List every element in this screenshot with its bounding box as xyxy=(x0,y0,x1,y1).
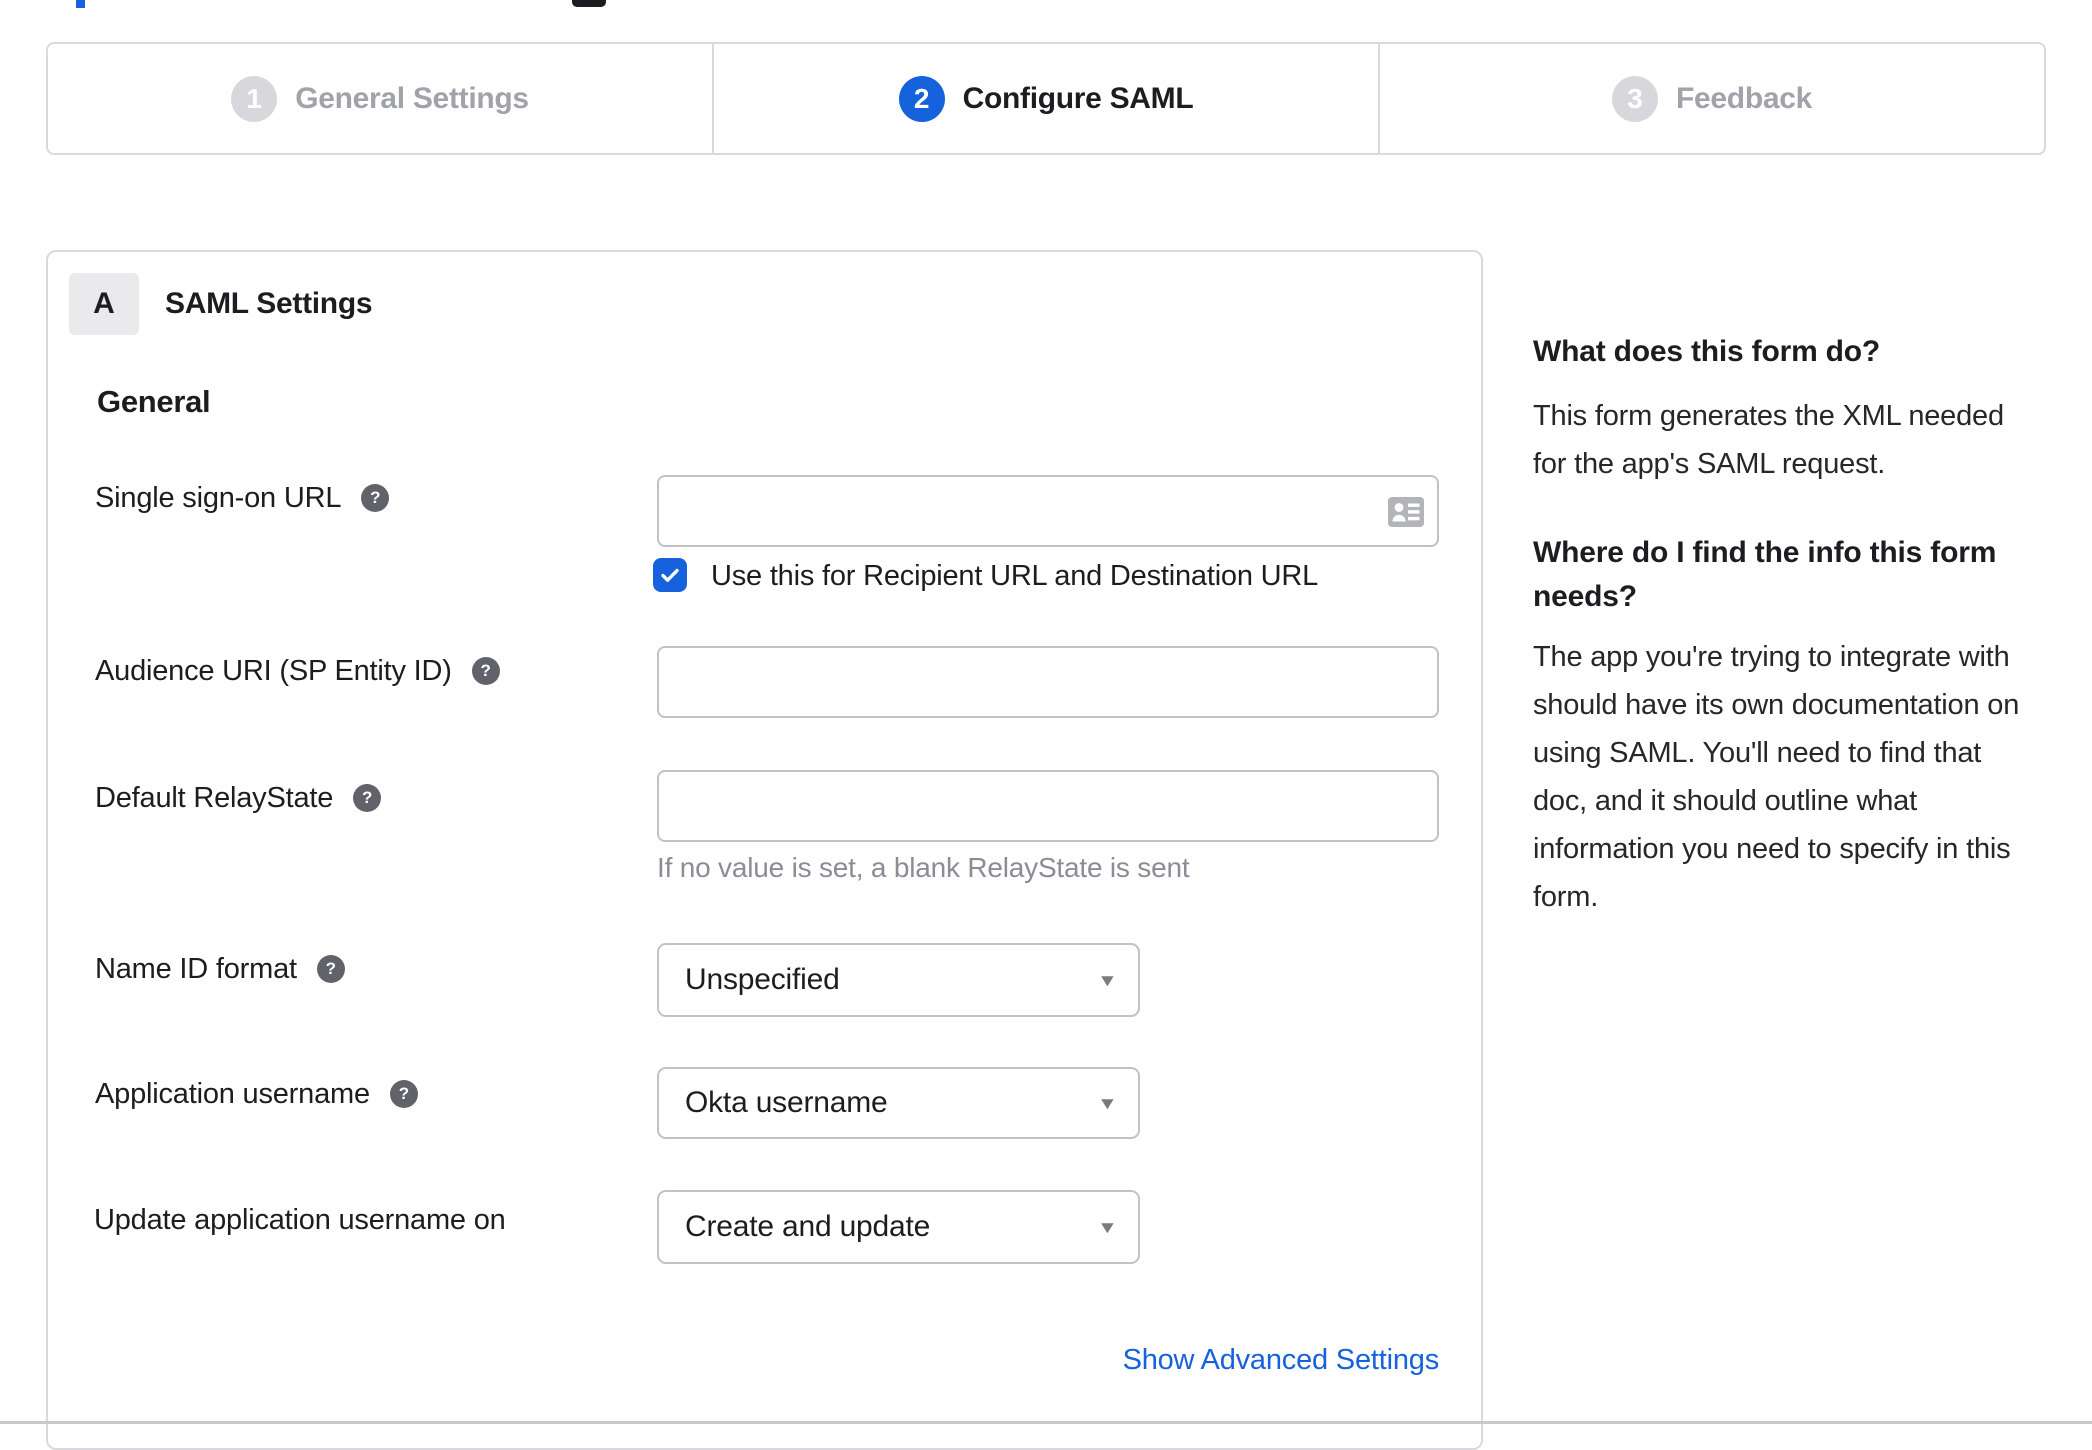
audience-uri-label-row: Audience URI (SP Entity ID) ? xyxy=(95,653,500,689)
step-3-label: Feedback xyxy=(1676,81,1812,115)
cutoff-fragment-dark xyxy=(572,0,606,7)
name-id-format-label-row: Name ID format ? xyxy=(95,951,345,987)
bottom-divider xyxy=(0,1421,2092,1424)
general-section-heading: General xyxy=(97,384,211,419)
application-username-label: Application username xyxy=(95,1078,370,1110)
relay-state-help-icon[interactable]: ? xyxy=(353,784,382,812)
use-for-recipient-destination-checkbox[interactable] xyxy=(653,558,687,592)
step-2-circle: 2 xyxy=(898,75,945,122)
section-a-badge: A xyxy=(69,273,139,335)
show-advanced-settings-link[interactable]: Show Advanced Settings xyxy=(657,1344,1440,1377)
update-username-value: Create and update xyxy=(685,1210,931,1243)
sidebar-paragraph-where: The app you're trying to integrate with … xyxy=(1533,641,2020,913)
caret-down-icon: ▼ xyxy=(1097,970,1119,990)
single-sign-on-url-input[interactable] xyxy=(657,475,1439,547)
wizard-stepper: 1 General Settings 2 Configure SAML 3 Fe… xyxy=(46,42,2046,155)
audience-uri-input[interactable] xyxy=(657,646,1439,718)
panel-title: SAML Settings xyxy=(165,287,373,320)
relay-state-label: Default RelayState xyxy=(95,782,334,814)
application-username-label-row: Application username ? xyxy=(95,1076,418,1112)
saml-settings-panel xyxy=(46,250,1483,1450)
caret-down-icon: ▼ xyxy=(1097,1217,1119,1237)
step-feedback: 3 Feedback xyxy=(1378,44,2044,153)
step-1-label: General Settings xyxy=(295,81,529,115)
sidebar-heading-where: Where do I find the info this form needs… xyxy=(1533,536,1997,613)
use-for-recipient-destination-label: Use this for Recipient URL and Destinati… xyxy=(711,560,1319,592)
update-username-select[interactable]: Create and update ▼ xyxy=(657,1190,1140,1264)
checkmark-icon xyxy=(658,563,682,587)
application-username-select[interactable]: Okta username ▼ xyxy=(657,1067,1140,1139)
sso-url-label: Single sign-on URL xyxy=(95,482,342,514)
sidebar-heading-what: What does this form do? xyxy=(1533,335,1881,368)
step-configure-saml: 2 Configure SAML xyxy=(712,44,1378,153)
application-username-help-icon[interactable]: ? xyxy=(389,1080,418,1108)
caret-down-icon: ▼ xyxy=(1097,1093,1119,1113)
name-id-format-help-icon[interactable]: ? xyxy=(316,955,345,983)
sso-url-label-row: Single sign-on URL ? xyxy=(95,480,390,516)
update-username-label-row: Update application username on xyxy=(94,1202,506,1238)
relay-state-label-row: Default RelayState ? xyxy=(95,780,382,816)
step-3-circle: 3 xyxy=(1612,75,1658,122)
update-username-label: Update application username on xyxy=(94,1204,506,1236)
step-2-label: Configure SAML xyxy=(962,81,1194,115)
sidebar-paragraph-what: This form generates the XML needed for t… xyxy=(1533,400,2004,480)
step-1-circle: 1 xyxy=(231,75,278,122)
application-username-value: Okta username xyxy=(685,1086,888,1119)
cutoff-fragment-blue xyxy=(76,0,85,8)
name-id-format-label: Name ID format xyxy=(95,953,297,985)
default-relay-state-input[interactable] xyxy=(657,770,1439,842)
name-id-format-select[interactable]: Unspecified ▼ xyxy=(657,943,1140,1017)
audience-uri-help-icon[interactable]: ? xyxy=(471,657,500,685)
contact-card-autofill-icon[interactable] xyxy=(1388,497,1424,527)
step-general-settings: 1 General Settings xyxy=(48,44,712,153)
audience-uri-label: Audience URI (SP Entity ID) xyxy=(95,655,452,687)
sso-url-help-icon[interactable]: ? xyxy=(361,484,390,512)
relay-state-hint: If no value is set, a blank RelayState i… xyxy=(657,852,1190,883)
name-id-format-value: Unspecified xyxy=(685,963,840,996)
